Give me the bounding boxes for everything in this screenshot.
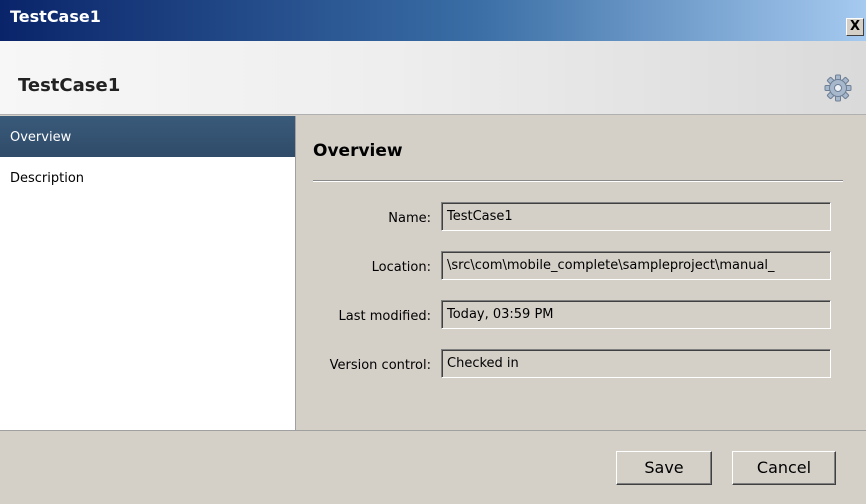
- header-title: TestCase1: [18, 75, 121, 96]
- gear-icon[interactable]: [824, 74, 852, 102]
- location-field[interactable]: \src\com\mobile_complete\sampleproject\m…: [441, 251, 831, 280]
- button-bar: Save Cancel: [0, 430, 866, 504]
- last-modified-field[interactable]: Today, 03:59 PM: [441, 300, 831, 329]
- sidebar-item-overview[interactable]: Overview: [0, 116, 295, 157]
- sidebar-nav: Overview Description: [0, 116, 296, 430]
- section-title: Overview: [313, 141, 403, 161]
- cancel-button[interactable]: Cancel: [732, 451, 836, 485]
- dialog-window: TestCase1 X TestCase1 Overview Descripti…: [0, 0, 866, 504]
- save-button[interactable]: Save: [616, 451, 712, 485]
- version-control-field[interactable]: Checked in: [441, 349, 831, 378]
- close-button[interactable]: X: [846, 18, 864, 36]
- last-modified-label: Last modified:: [338, 309, 431, 324]
- sidebar-item-label: Overview: [10, 130, 72, 145]
- location-label: Location:: [371, 260, 431, 275]
- window-title: TestCase1: [10, 7, 101, 26]
- name-field[interactable]: TestCase1: [441, 202, 831, 231]
- content-panel: Overview Name: TestCase1 Location: \src\…: [297, 116, 866, 430]
- sidebar-item-label: Description: [10, 171, 85, 186]
- version-control-label: Version control:: [329, 358, 431, 373]
- section-divider: [313, 180, 843, 182]
- header-band: TestCase1: [0, 41, 866, 115]
- title-bar[interactable]: TestCase1 X: [0, 0, 866, 41]
- name-label: Name:: [388, 211, 431, 226]
- sidebar-item-description[interactable]: Description: [0, 157, 295, 197]
